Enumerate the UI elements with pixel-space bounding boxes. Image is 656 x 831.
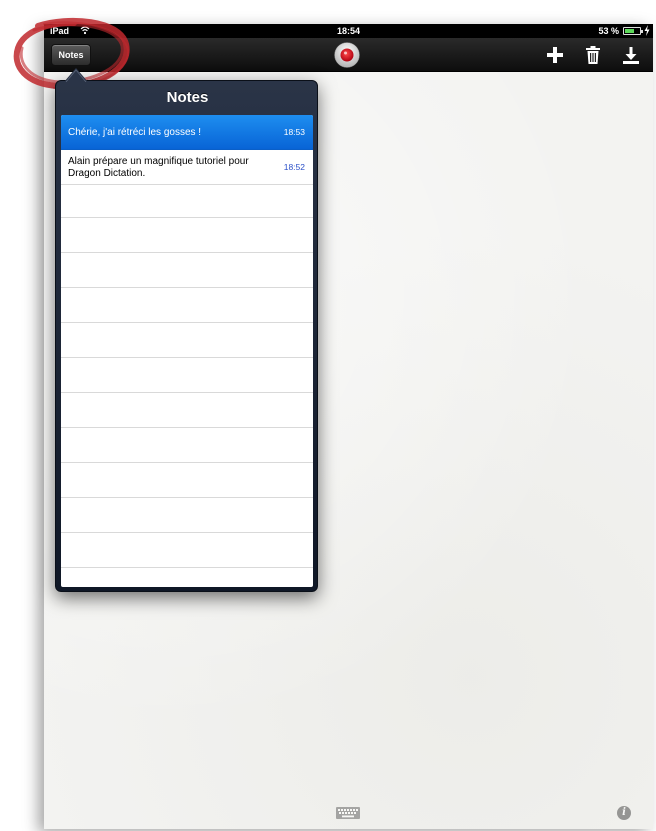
notes-list: Chérie, j'ai rétréci les gosses ! 18:53 …: [61, 115, 313, 587]
popover-arrow: [64, 68, 88, 82]
note-text: Chérie, j'ai rétréci les gosses !: [68, 126, 202, 138]
note-time: 18:52: [283, 162, 305, 172]
popover-title: Notes: [166, 89, 209, 106]
plus-icon[interactable]: [547, 47, 563, 63]
list-item-note-2[interactable]: Alain prépare un magnifique tutoriel pou…: [61, 150, 313, 185]
keyboard-icon[interactable]: [336, 807, 360, 819]
info-icon[interactable]: i: [617, 806, 631, 820]
battery-icon: [623, 27, 643, 35]
battery-percent: 53 %: [598, 26, 619, 36]
charging-bolt-icon: [644, 25, 650, 36]
note-text: Alain prépare un magnifique tutoriel pou…: [68, 155, 249, 179]
trash-icon[interactable]: [585, 46, 601, 64]
notes-popover: Notes Chérie, j'ai rétréci les gosses ! …: [55, 80, 318, 592]
note-time: 18:53: [283, 127, 305, 137]
download-icon[interactable]: [623, 46, 639, 64]
screenshot-frame: iPad 18:54 53 % Notes i Notes Chérie, j'…: [0, 0, 656, 831]
list-item-note-1[interactable]: Chérie, j'ai rétréci les gosses ! 18:53: [61, 115, 313, 150]
record-icon[interactable]: [334, 42, 360, 68]
